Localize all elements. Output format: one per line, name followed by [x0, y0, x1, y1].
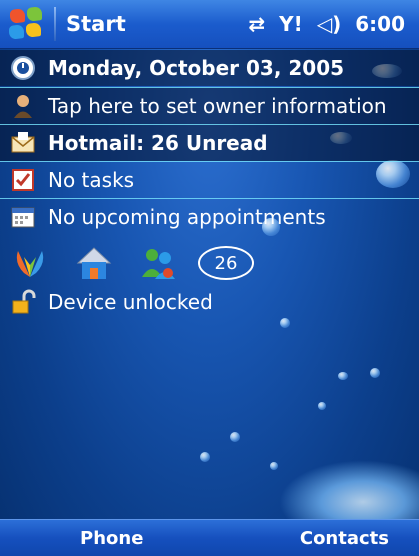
water-splash-decoration: [279, 460, 419, 520]
owner-text: Tap here to set owner information: [48, 94, 387, 118]
water-drop-decoration: [270, 462, 278, 470]
date-row[interactable]: Monday, October 03, 2005: [0, 50, 419, 86]
windows-flag-icon: [6, 5, 46, 42]
softkey-bar: Phone Contacts: [0, 519, 419, 556]
tasks-icon: [10, 167, 36, 193]
contacts-softkey[interactable]: Contacts: [300, 528, 419, 549]
calendar-icon: [10, 204, 36, 230]
phone-softkey[interactable]: Phone: [0, 528, 173, 549]
padlock-open-icon: [10, 289, 36, 315]
water-drop-decoration: [338, 372, 348, 380]
tasks-text: No tasks: [48, 168, 135, 192]
home-icon[interactable]: [74, 243, 114, 283]
start-button[interactable]: Start: [0, 0, 126, 48]
mail-text: Hotmail: 26 Unread: [48, 131, 268, 155]
unread-count-badge[interactable]: 26: [198, 246, 254, 280]
start-label: Start: [66, 12, 126, 36]
status-area: ⇄ Y! ◁) 6:00: [248, 12, 419, 36]
owner-row[interactable]: Tap here to set owner information: [0, 87, 419, 124]
today-screen: Start ⇄ Y! ◁) 6:00 Monday, October 03, 2…: [0, 0, 419, 556]
signal-icon[interactable]: Y!: [279, 12, 303, 36]
water-drop-decoration: [370, 368, 380, 378]
lock-row[interactable]: Device unlocked: [0, 284, 419, 320]
water-drop-decoration: [318, 402, 326, 410]
appointments-row[interactable]: No upcoming appointments: [0, 198, 419, 235]
connectivity-icon[interactable]: ⇄: [248, 12, 265, 36]
envelope-icon: [10, 130, 36, 156]
clock[interactable]: 6:00: [355, 12, 405, 36]
messenger-contacts-icon[interactable]: [138, 243, 178, 283]
appointments-text: No upcoming appointments: [48, 205, 326, 229]
start-separator: [54, 7, 56, 41]
msn-butterfly-icon[interactable]: [10, 243, 50, 283]
tasks-row[interactable]: No tasks: [0, 161, 419, 198]
water-drop-decoration: [230, 432, 240, 442]
taskbar: Start ⇄ Y! ◁) 6:00: [0, 0, 419, 49]
speaker-icon[interactable]: ◁): [317, 12, 342, 36]
date-text: Monday, October 03, 2005: [48, 56, 345, 80]
water-drop-decoration: [200, 452, 210, 462]
lock-text: Device unlocked: [48, 290, 213, 314]
mail-row[interactable]: Hotmail: 26 Unread: [0, 124, 419, 161]
clock-icon: [10, 55, 36, 81]
icon-bar: 26: [0, 240, 419, 286]
owner-icon: [10, 93, 36, 119]
